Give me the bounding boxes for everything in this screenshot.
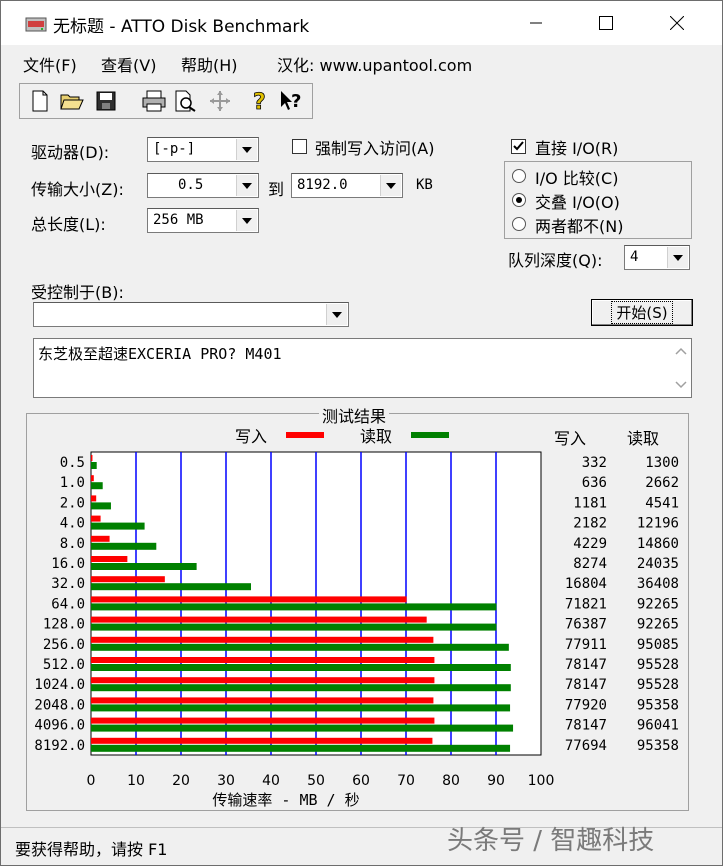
watermark: 头条号 / 智趣科技 (447, 826, 655, 856)
y-category-label: 4096.0 (34, 718, 85, 734)
write-bar (91, 556, 128, 562)
write-bar (91, 535, 110, 542)
write-value: 16804 (565, 576, 607, 592)
x-tick-label: 60 (352, 773, 370, 789)
read-value: 36408 (637, 576, 679, 592)
read-bar (91, 563, 197, 570)
read-value: 95085 (637, 637, 679, 653)
read-bar (91, 724, 514, 732)
write-bar (91, 677, 435, 684)
write-bar (91, 657, 435, 663)
y-category-label: 2048.0 (34, 697, 85, 713)
read-value: 92265 (637, 596, 679, 612)
y-category-label: 512.0 (43, 657, 85, 673)
benchmark-chart: 0 10 20 30 40 50 60 70 80 90 100 传输速率 - MB / 秒 写入 读取 0… (34, 427, 679, 809)
y-category-label: 1024.0 (34, 677, 85, 693)
read-value: 24035 (637, 556, 679, 572)
x-tick-label: 100 (528, 773, 555, 789)
write-bar (91, 475, 94, 482)
write-bar (91, 737, 433, 744)
write-value: 636 (582, 475, 607, 491)
read-bar (91, 664, 511, 671)
read-bar (91, 522, 145, 530)
y-category-label: 32.0 (51, 576, 85, 592)
write-bar (91, 616, 427, 623)
read-value: 4541 (645, 495, 679, 511)
y-category-label: 256.0 (43, 637, 85, 653)
write-value: 77911 (565, 637, 607, 653)
write-value: 8274 (573, 556, 607, 572)
write-bar (91, 455, 93, 461)
write-value: 1181 (573, 495, 607, 511)
read-value: 2662 (645, 475, 679, 491)
legend-read-label: 读取 (360, 427, 392, 446)
write-value: 78147 (565, 677, 607, 693)
write-value: 2182 (573, 516, 607, 532)
read-bar (91, 704, 511, 712)
read-bar (91, 603, 497, 611)
y-category-label: 64.0 (51, 596, 85, 612)
y-category-label: 4.0 (60, 516, 85, 532)
y-category-label: 8192.0 (34, 738, 85, 754)
write-bar (91, 697, 434, 704)
legend-write-swatch (286, 432, 324, 438)
read-bar (91, 462, 97, 469)
read-value: 95358 (637, 738, 679, 754)
write-value: 71821 (565, 596, 607, 612)
read-bar (91, 542, 157, 550)
write-column-header: 写入 (554, 429, 587, 448)
read-bar (91, 684, 511, 692)
read-value: 95528 (637, 677, 679, 693)
x-tick-label: 10 (127, 773, 145, 789)
write-value: 78147 (565, 718, 607, 734)
x-tick-label: 80 (442, 773, 460, 789)
read-bar (91, 583, 251, 591)
write-bar (91, 576, 165, 583)
app-window: 无标题 - ATTO Disk Benchmark 文件(F) 查看(V) 帮助… (0, 0, 723, 866)
x-axis-label: 传输速率 - MB / 秒 (212, 791, 359, 809)
x-tick-label: 70 (397, 773, 415, 789)
read-value: 95528 (637, 657, 679, 673)
read-value: 96041 (637, 718, 679, 734)
write-bar (91, 495, 97, 502)
write-bar (91, 717, 435, 724)
write-value: 78147 (565, 657, 607, 673)
x-tick-label: 0 (87, 773, 96, 789)
write-bar (91, 636, 434, 643)
x-tick-label: 90 (487, 773, 505, 789)
read-bar (91, 744, 511, 752)
read-value: 95358 (637, 697, 679, 713)
read-value: 1300 (645, 455, 679, 471)
read-column-header: 读取 (627, 429, 660, 448)
read-bar (91, 643, 509, 651)
read-value: 12196 (637, 516, 679, 532)
y-category-label: 2.0 (60, 495, 85, 511)
legend-write-label: 写入 (235, 427, 267, 446)
read-bar (91, 623, 497, 631)
write-value: 76387 (565, 617, 607, 633)
write-value: 77920 (565, 697, 607, 713)
legend-read-swatch (411, 432, 449, 438)
y-category-label: 1.0 (60, 475, 85, 491)
write-bar (91, 596, 407, 603)
write-value: 4229 (573, 536, 607, 552)
y-category-label: 16.0 (51, 556, 85, 572)
write-value: 332 (582, 455, 607, 471)
status-message: 要获得帮助，请按 F1 (15, 840, 168, 859)
write-value: 77694 (565, 738, 607, 754)
read-bar (91, 502, 111, 510)
y-category-label: 128.0 (43, 617, 85, 633)
x-tick-label: 40 (262, 773, 280, 789)
y-category-label: 8.0 (60, 536, 85, 552)
write-bar (91, 515, 101, 522)
read-value: 14860 (637, 536, 679, 552)
read-bar (91, 482, 103, 490)
x-tick-label: 50 (307, 773, 325, 789)
y-category-label: 0.5 (60, 455, 85, 471)
x-tick-label: 20 (172, 773, 190, 789)
read-value: 92265 (637, 617, 679, 633)
x-tick-label: 30 (217, 773, 235, 789)
